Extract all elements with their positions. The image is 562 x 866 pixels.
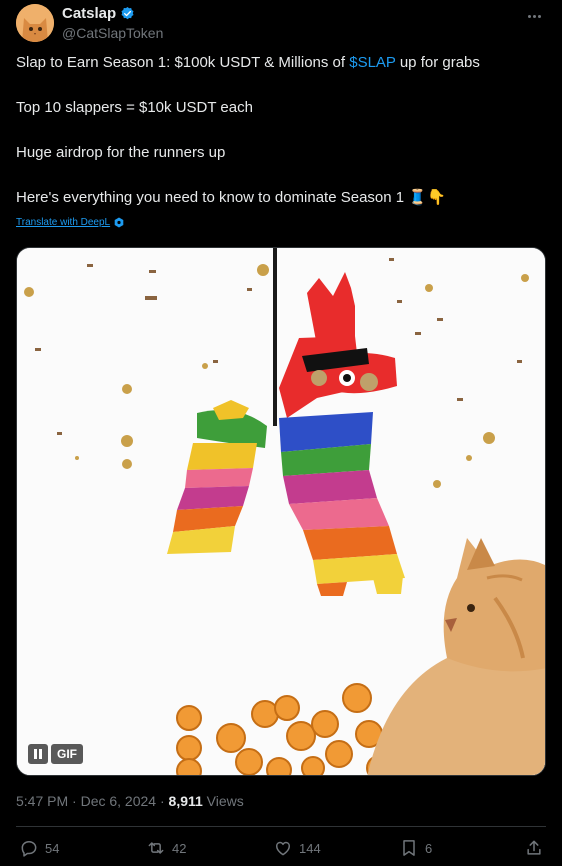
like-button[interactable]: 144 [273,838,321,858]
verified-badge-icon [121,6,134,20]
reply-button[interactable]: 54 [19,838,59,858]
bookmark-count: 6 [425,840,433,856]
pause-glyph [34,749,42,759]
tweet-line-2: Top 10 slappers = $10k USDT each [16,99,253,116]
tweet-line-1-prefix: Slap to Earn Season 1: $100k USDT & Mill… [16,54,350,71]
author-handle[interactable]: @CatSlapToken [62,25,163,41]
author-display-name[interactable]: Catslap [62,5,116,22]
views-label: Views [202,793,244,809]
reply-icon [21,841,37,857]
gif-controls: GIF [28,744,83,764]
cashtag-link[interactable]: $SLAP [349,54,395,71]
views-count: 8,911 [168,793,203,809]
deepl-icon [114,217,124,228]
divider [16,826,546,827]
repost-count: 42 [172,840,187,856]
gif-badge: GIF [51,744,83,764]
cat-avatar-icon [16,4,54,42]
repost-icon [148,842,164,854]
tweet-media-gif[interactable]: GIF [16,247,546,776]
tweet-line-1-suffix: up for grabs [395,54,480,71]
translate-link[interactable]: Translate with DeepL [16,217,124,228]
tweet-timestamp[interactable]: 5:47 PM · Dec 6, 2024 · [16,793,169,809]
share-icon [527,840,541,855]
share-button[interactable] [524,838,544,858]
pause-icon[interactable] [28,744,48,764]
tweet-line-4: Here's everything you need to know to do… [16,189,446,206]
pinata-cat-gif-image [17,248,545,775]
tweet-line-1: Slap to Earn Season 1: $100k USDT & Mill… [16,52,546,74]
author-avatar[interactable] [16,4,54,42]
translate-label[interactable]: Translate with DeepL [16,217,110,228]
tweet-meta: 5:47 PM · Dec 6, 2024 · 8,911 Views [16,793,244,809]
bookmark-icon [403,840,415,856]
more-icon[interactable] [524,8,544,24]
tweet-text: Slap to Earn Season 1: $100k USDT & Mill… [16,52,546,209]
bookmark-button[interactable]: 6 [399,838,432,858]
reply-count: 54 [45,840,60,856]
tweet-header: Catslap @CatSlapToken [16,4,550,44]
like-icon [276,841,290,856]
like-count: 144 [299,840,321,856]
repost-button[interactable]: 42 [146,838,186,858]
action-bar: 54 42 144 6 [16,838,546,862]
tweet-line-3: Huge airdrop for the runners up [16,144,226,161]
author-name-row[interactable]: Catslap [62,5,135,22]
